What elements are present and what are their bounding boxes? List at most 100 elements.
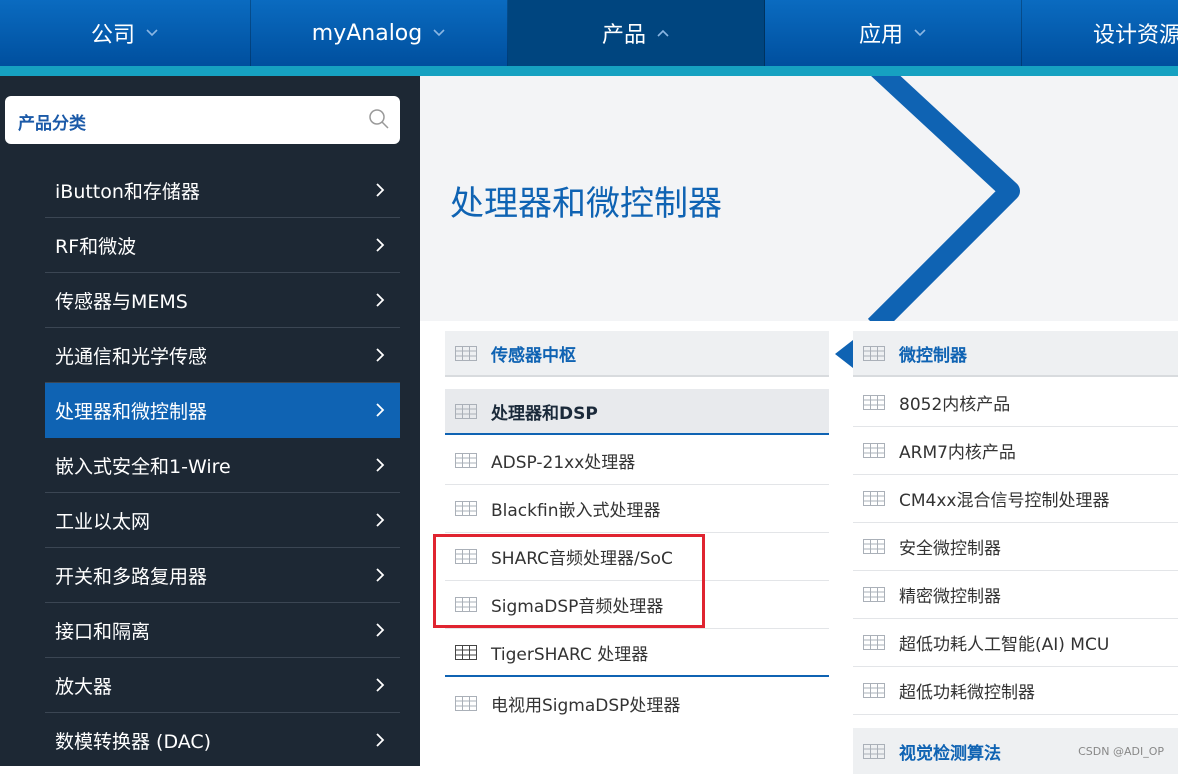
sidebar-item-optical[interactable]: 光通信和光学传感 [45,328,400,383]
chevron-right-icon [376,458,385,472]
table-icon [455,345,477,361]
sidebar-item-industrial-ethernet[interactable]: 工业以太网 [45,493,400,548]
chevron-right-icon [376,348,385,362]
item-label: ARM7内核产品 [899,443,1016,463]
chevron-down-icon [433,29,445,37]
list-item-arm7-core[interactable]: ARM7内核产品 [853,427,1178,475]
table-icon [863,395,885,410]
item-label: 超低功耗微控制器 [899,683,1035,703]
sidebar-item-label: 传感器与MEMS [55,290,188,313]
list-item-low-power-mcu[interactable]: 超低功耗微控制器 [853,667,1178,715]
table-icon [863,345,885,361]
header-label: 处理器和DSP [491,403,598,424]
sidebar-item-dac[interactable]: 数模转换器 (DAC) [45,713,400,768]
header-label: 视觉检测算法 [899,743,1001,764]
nav-label: 公司 [90,23,135,48]
chevron-right-icon [376,238,385,252]
category-search-input[interactable]: 产品分类 [5,96,400,144]
sidebar-item-ibutton-memory[interactable]: iButton和存储器 [45,163,400,218]
sidebar-item-label: 数模转换器 (DAC) [55,731,212,753]
sidebar-item-interface-isolation[interactable]: 接口和隔离 [45,603,400,658]
sidebar-item-label: 处理器和微控制器 [55,400,208,423]
nav-label: 应用 [858,23,903,48]
table-icon [455,644,477,660]
chevron-right-icon [376,678,385,692]
nav-label: 产品 [601,23,646,48]
list-item-secure-mcu[interactable]: 安全微控制器 [853,523,1178,571]
page-title: 处理器和微控制器 [450,184,722,224]
list-item-adsp-21xx[interactable]: ADSP-21xx处理器 [445,437,829,485]
sidebar-item-sensors-mems[interactable]: 传感器与MEMS [45,273,400,328]
table-icon [863,743,885,759]
chevron-right-icon [376,568,385,582]
watermark: CSDN @ADI_OP [1078,745,1164,758]
chevron-down-icon [146,29,158,37]
nav-item-design-resources[interactable]: 设计资源 [1022,0,1178,66]
sidebar-item-amplifiers[interactable]: 放大器 [45,658,400,713]
table-icon [455,695,477,711]
table-icon [863,539,885,554]
item-label: 安全微控制器 [899,539,1001,559]
table-icon [863,683,885,698]
item-label: CM4xx混合信号控制处理器 [899,491,1110,511]
chevron-down-icon [914,29,926,37]
category-hero: 处理器和微控制器 [420,76,1178,321]
item-label: Blackfin嵌入式处理器 [491,501,661,521]
list-item-tv-sigmadsp[interactable]: 电视用SigmaDSP处理器 [445,679,829,727]
table-icon [455,453,477,468]
chevron-right-icon [376,733,385,747]
item-label: ADSP-21xx处理器 [491,453,636,473]
chevron-right-icon [376,403,385,417]
table-icon [863,635,885,650]
nav-item-myanalog[interactable]: myAnalog [251,0,508,66]
sidebar-item-embedded-security[interactable]: 嵌入式安全和1-Wire [45,438,400,493]
sidebar-item-label: 嵌入式安全和1-Wire [55,455,231,478]
chevron-right-icon [376,293,385,307]
nav-item-company[interactable]: 公司 [0,0,251,66]
item-label: 精密微控制器 [899,587,1001,607]
top-navigation: 公司 myAnalog 产品 应用 设计资源 [0,0,1178,66]
chevron-right-icon [376,623,385,637]
sidebar-item-switches-mux[interactable]: 开关和多路复用器 [45,548,400,603]
list-item-precision-mcu[interactable]: 精密微控制器 [853,571,1178,619]
table-icon [863,587,885,602]
sidebar-item-label: 放大器 [55,675,113,698]
list-item-ai-mcu[interactable]: 超低功耗人工智能(AI) MCU [853,619,1178,667]
list-item-tigersharc[interactable]: TigerSHARC 处理器 [445,629,829,677]
item-label: 8052内核产品 [899,395,1011,415]
item-label: 超低功耗人工智能(AI) MCU [899,635,1110,655]
sidebar-item-label: 光通信和光学传感 [55,345,208,368]
nav-accent-bar [0,66,1178,76]
sidebar-item-rf-microwave[interactable]: RF和微波 [45,218,400,273]
sidebar-item-label: 开关和多路复用器 [55,565,208,588]
annotation-highlight-box [433,534,705,628]
item-label: TigerSHARC 处理器 [491,644,649,665]
list-item-cm4xx[interactable]: CM4xx混合信号控制处理器 [853,475,1178,523]
search-label: 产品分类 [18,114,86,134]
nav-item-products[interactable]: 产品 [508,0,765,66]
header-label: 微控制器 [899,345,967,366]
sidebar-item-label: 接口和隔离 [55,620,151,643]
sidebar-item-label: iButton和存储器 [55,180,200,203]
table-icon [863,491,885,506]
sidebar-item-processors-mcu[interactable]: 处理器和微控制器 [45,383,400,438]
category-header-microcontrollers[interactable]: 微控制器 [853,331,1178,377]
chevron-right-icon [376,513,385,527]
table-icon [455,403,477,419]
category-header-processors-dsp[interactable]: 处理器和DSP [445,389,829,435]
category-header-sensor-hub[interactable]: 传感器中枢 [445,331,829,377]
sidebar-item-label: RF和微波 [55,235,137,258]
chevron-up-icon [657,29,669,37]
table-icon [455,501,477,516]
nav-label: myAnalog [311,20,423,46]
item-label: 电视用SigmaDSP处理器 [491,695,681,716]
nav-item-applications[interactable]: 应用 [765,0,1022,66]
list-item-8052-core[interactable]: 8052内核产品 [853,379,1178,427]
sidebar-item-label: 工业以太网 [55,510,151,533]
table-icon [863,443,885,458]
list-item-blackfin[interactable]: Blackfin嵌入式处理器 [445,485,829,533]
search-icon[interactable] [368,108,390,130]
nav-label: 设计资源 [1093,23,1178,48]
chevron-right-icon [376,183,385,197]
pointer-triangle [835,340,853,368]
